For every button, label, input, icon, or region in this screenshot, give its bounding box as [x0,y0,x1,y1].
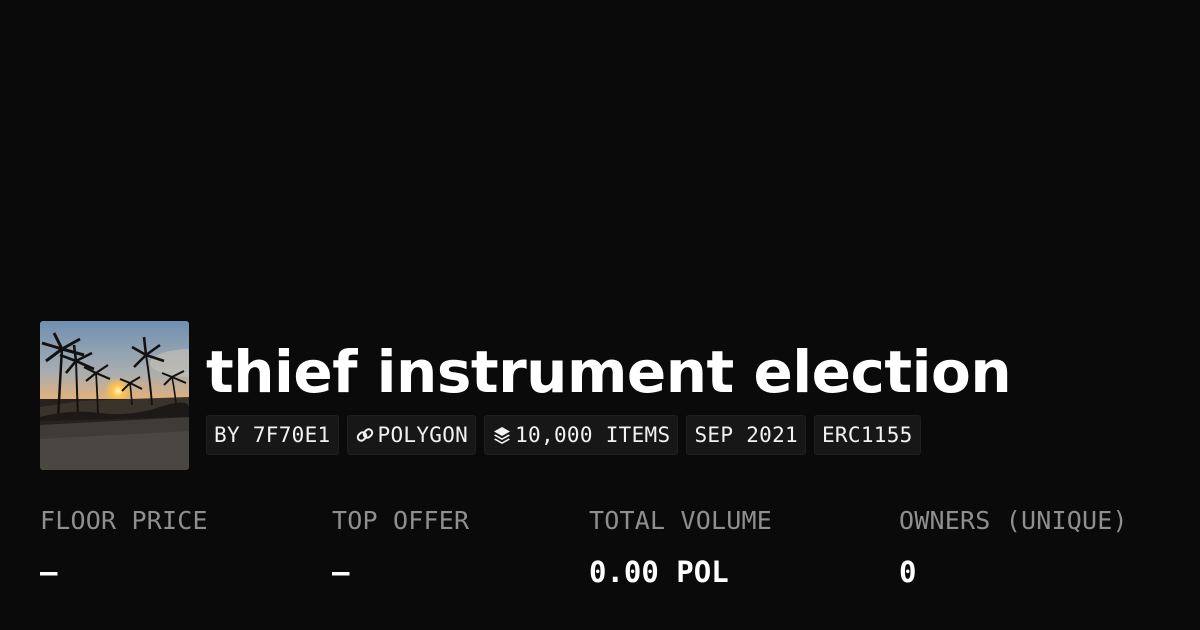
layers-icon [492,425,512,445]
owners-label: OWNERS (UNIQUE) [899,506,1128,535]
top-offer-label: TOP OFFER [332,506,470,535]
date-tag: SEP 2021 [686,415,806,455]
creator-tag[interactable]: BY 7F70E1 [206,415,339,455]
total-volume-stat: TOTAL VOLUME 0.00 POL [589,504,772,590]
chain-tag[interactable]: POLYGON [346,415,477,455]
floor-price-stat: FLOOR PRICE – [40,504,208,590]
total-volume-value: 0.00 POL [589,555,729,589]
chain-link-icon [355,425,375,445]
owners-stat: OWNERS (UNIQUE) 0 [899,504,1128,590]
date-label: SEP 2021 [694,423,798,447]
standard-tag: ERC1155 [813,415,921,455]
owners-value: 0 [899,555,917,589]
items-label: 10,000 ITEMS [515,423,671,447]
chain-label: POLYGON [377,423,469,447]
total-volume-label: TOTAL VOLUME [589,506,773,535]
sunset-palm-trees-image [40,321,189,470]
collection-thumbnail [40,321,189,470]
standard-label: ERC1155 [821,423,913,447]
creator-label: BY 7F70E1 [214,423,331,447]
collection-title: thief instrument election [206,338,1012,406]
floor-price-value: – [40,555,58,589]
top-offer-stat: TOP OFFER – [332,504,469,590]
collection-tags: BY 7F70E1 POLYGON 10,000 ITEMS SEP 2021 … [206,415,921,455]
top-offer-value: – [332,555,350,589]
floor-price-label: FLOOR PRICE [40,506,208,535]
items-tag[interactable]: 10,000 ITEMS [484,415,679,455]
